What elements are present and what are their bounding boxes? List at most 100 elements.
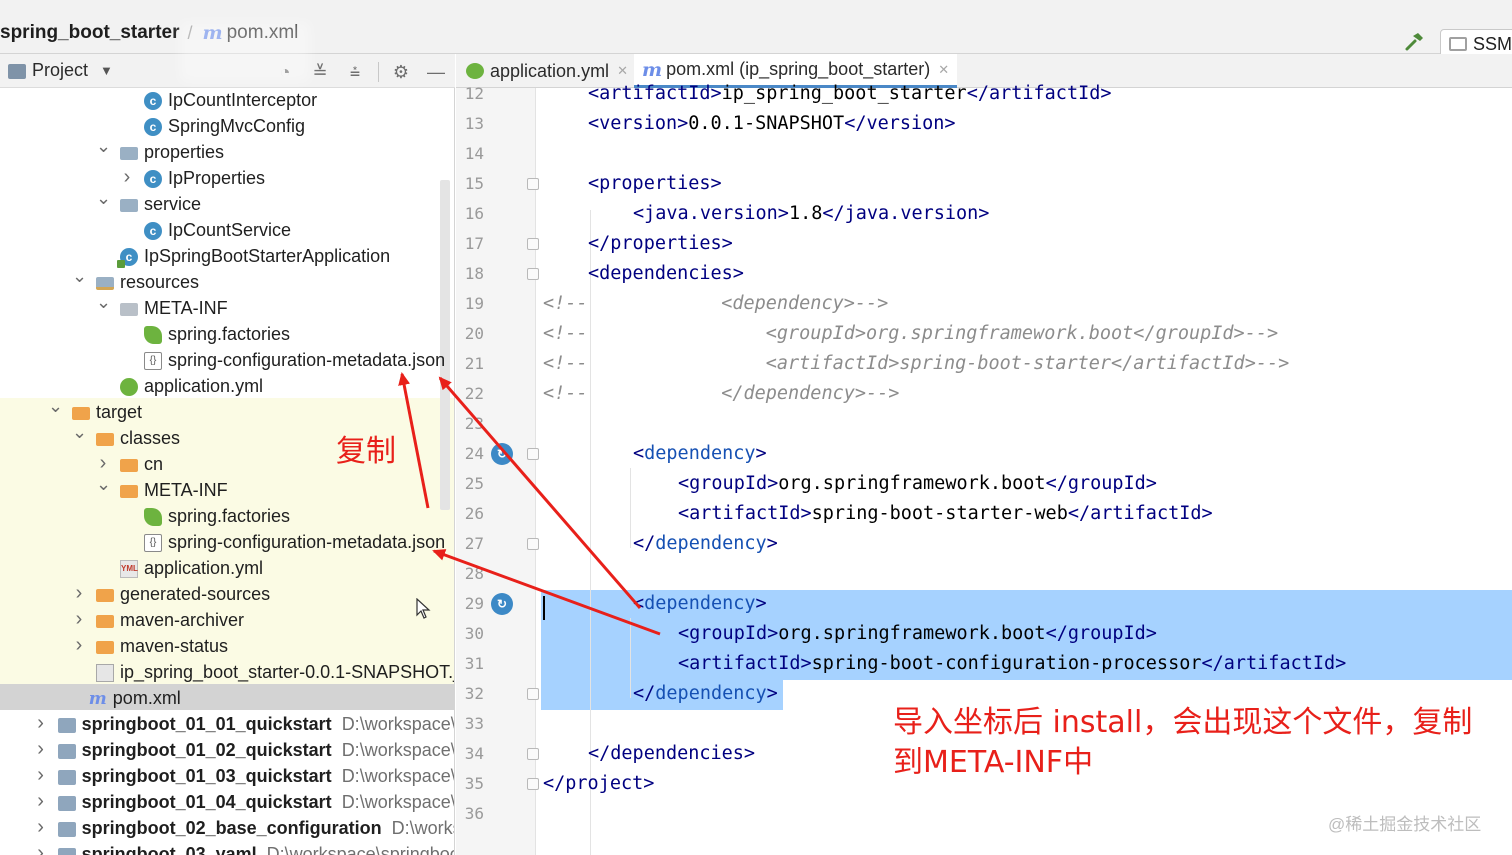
code-tag: <java.version> <box>633 203 789 224</box>
chevron-down-icon[interactable]: ⌄ <box>48 396 63 417</box>
chevron-right-icon[interactable]: › <box>34 764 48 787</box>
chevron-down-icon[interactable]: ⌄ <box>96 474 111 495</box>
code-line[interactable]: <!-- <dependency>--> <box>543 289 888 319</box>
code-line[interactable]: <dependencies> <box>588 259 744 289</box>
tree-item[interactable]: spring.factories <box>0 504 454 530</box>
tree-item[interactable]: c IpCountInterceptor <box>0 88 454 114</box>
fold-marker-icon[interactable] <box>527 238 539 250</box>
code-line[interactable]: <!-- <groupId>org.springframework.boot</… <box>543 319 1278 349</box>
maven-dependency-icon[interactable]: ↻ <box>491 443 513 465</box>
chevron-down-icon[interactable]: ⌄ <box>72 422 87 443</box>
code-line[interactable]: <java.version>1.8</java.version> <box>633 199 989 229</box>
maven-dependency-icon[interactable]: ↻ <box>491 593 513 615</box>
code-tag: </ <box>633 683 656 704</box>
fold-marker-icon[interactable] <box>527 538 539 550</box>
hide-panel-icon[interactable]: — <box>425 61 447 83</box>
expand-all-icon[interactable]: ≚ <box>309 61 331 83</box>
chevron-down-icon[interactable]: ⌄ <box>96 136 111 157</box>
tree-item[interactable]: {} spring-configuration-metadata.json <box>0 348 454 374</box>
code-text: org.springframework.boot <box>778 473 1046 494</box>
tree-item[interactable]: c IpCountService <box>0 218 454 244</box>
fold-marker-icon[interactable] <box>527 748 539 760</box>
code-line[interactable]: <groupId>org.springframework.boot</group… <box>678 469 1157 499</box>
chevron-down-icon[interactable]: ⌄ <box>72 266 87 287</box>
chevron-right-icon[interactable]: › <box>34 790 48 813</box>
fold-marker-icon[interactable] <box>527 178 539 190</box>
chevron-down-icon[interactable]: ⌄ <box>96 292 111 313</box>
fold-marker-icon[interactable] <box>527 778 539 790</box>
chevron-right-icon[interactable]: › <box>72 582 86 605</box>
close-icon[interactable]: ✕ <box>617 63 628 79</box>
tree-item[interactable]: › maven-status <box>0 634 454 660</box>
tree-item[interactable]: ⌄ properties <box>0 136 454 166</box>
tree-item[interactable]: c IpSpringBootStarterApplication <box>0 244 454 270</box>
project-tree[interactable]: c IpCountInterceptor c SpringMvcConfig ⌄ prop… <box>0 88 455 855</box>
tree-item[interactable]: {} spring-configuration-metadata.json <box>0 530 454 556</box>
code-line[interactable]: <dependency> <box>633 439 767 469</box>
tree-item[interactable]: › springboot_01_01_quickstart D:\workspace… <box>0 712 454 738</box>
chevron-right-icon[interactable]: › <box>34 738 48 761</box>
close-icon[interactable]: ✕ <box>938 62 949 78</box>
tree-item[interactable]: ⌄ service <box>0 188 454 218</box>
tree-item[interactable]: ⌄ resources <box>0 266 454 296</box>
chevron-right-icon[interactable]: › <box>120 166 134 189</box>
collapse-all-icon[interactable]: ⩮ <box>344 61 366 83</box>
chevron-down-icon[interactable]: ⌄ <box>96 188 111 209</box>
project-view-icon <box>8 64 26 79</box>
code-text: spring-boot-configuration-processor <box>811 653 1202 674</box>
tree-item[interactable]: › springboot_01_02_quickstart D:\workspace… <box>0 738 454 764</box>
tree-item[interactable]: › springboot_03_yaml D:\workspace\springbo… <box>0 842 454 855</box>
build-hammer-icon[interactable] <box>1403 31 1425 53</box>
tree-item[interactable]: spring.factories <box>0 322 454 348</box>
gear-icon[interactable]: ⚙ <box>390 61 412 83</box>
code-line[interactable]: </project> <box>543 769 654 799</box>
code-line[interactable]: <dependency> <box>633 589 767 619</box>
code-line[interactable]: </dependencies> <box>588 739 755 769</box>
excluded-folder-icon <box>120 485 138 498</box>
tree-item[interactable]: m pom.xml <box>0 686 454 712</box>
chevron-right-icon[interactable]: › <box>72 608 86 631</box>
code-line[interactable]: <!-- </dependency>--> <box>543 379 899 409</box>
code-line[interactable]: </dependency> <box>633 679 778 709</box>
code-line[interactable]: <artifactId>ip_spring_boot_starter</arti… <box>588 79 1112 109</box>
tree-item[interactable]: ⌄ target <box>0 396 454 426</box>
chevron-down-icon[interactable]: ▼ <box>100 63 113 78</box>
code-line[interactable]: <artifactId>spring-boot-configuration-pr… <box>678 649 1346 679</box>
code-line[interactable]: <version>0.0.1-SNAPSHOT</version> <box>588 109 956 139</box>
code-line[interactable]: <properties> <box>588 169 722 199</box>
code-line[interactable]: </dependency> <box>633 529 778 559</box>
project-view-title[interactable]: Project <box>32 60 88 81</box>
tree-item[interactable]: ⌄ META-INF <box>0 292 454 322</box>
chevron-right-icon[interactable]: › <box>96 452 110 475</box>
tree-item[interactable]: › c IpProperties <box>0 166 454 192</box>
tree-item[interactable]: › springboot_01_03_quickstart D:\workspace… <box>0 764 454 790</box>
code-line[interactable]: <!-- <artifactId>spring-boot-starter</ar… <box>543 349 1289 379</box>
code-line[interactable]: <groupId>org.springframework.boot</group… <box>678 619 1157 649</box>
fold-marker-icon[interactable] <box>527 688 539 700</box>
chevron-right-icon[interactable]: › <box>34 712 48 735</box>
chevron-right-icon[interactable]: › <box>72 634 86 657</box>
breadcrumb-project[interactable]: spring_boot_starter <box>0 22 179 44</box>
tree-item[interactable]: › springboot_02_base_configuration D:\work… <box>0 816 454 842</box>
fold-marker-icon[interactable] <box>527 448 539 460</box>
code-line[interactable]: </properties> <box>588 229 733 259</box>
tree-item[interactable]: ⌄ META-INF <box>0 474 454 504</box>
tree-item[interactable]: › generated-sources <box>0 582 454 608</box>
code-comment: <!-- <groupId>org.springframework.boot</… <box>543 323 1279 344</box>
chevron-right-icon[interactable]: › <box>34 816 48 839</box>
chevron-right-icon[interactable]: › <box>34 842 48 855</box>
tree-item[interactable]: YML application.yml <box>0 556 454 582</box>
tree-item-label: properties <box>144 142 224 163</box>
excluded-folder-icon <box>96 589 114 602</box>
tree-item[interactable]: › springboot_01_04_quickstart D:\workspace… <box>0 790 454 816</box>
tree-item[interactable]: c SpringMvcConfig <box>0 114 454 140</box>
resources-folder-icon <box>96 277 114 290</box>
tree-item[interactable]: application.yml <box>0 374 454 400</box>
tree-item-name: spring-configuration-metadata.json <box>168 532 446 552</box>
tree-item[interactable]: ip_spring_boot_starter-0.0.1-SNAPSHOT.ja… <box>0 660 454 686</box>
code-line[interactable]: <artifactId>spring-boot-starter-web</art… <box>678 499 1213 529</box>
code-tag: dependency <box>655 683 767 704</box>
tree-item[interactable]: › maven-archiver <box>0 608 454 634</box>
tree-item-path: D:\workspace\springboot\sr <box>266 844 454 855</box>
fold-marker-icon[interactable] <box>527 268 539 280</box>
